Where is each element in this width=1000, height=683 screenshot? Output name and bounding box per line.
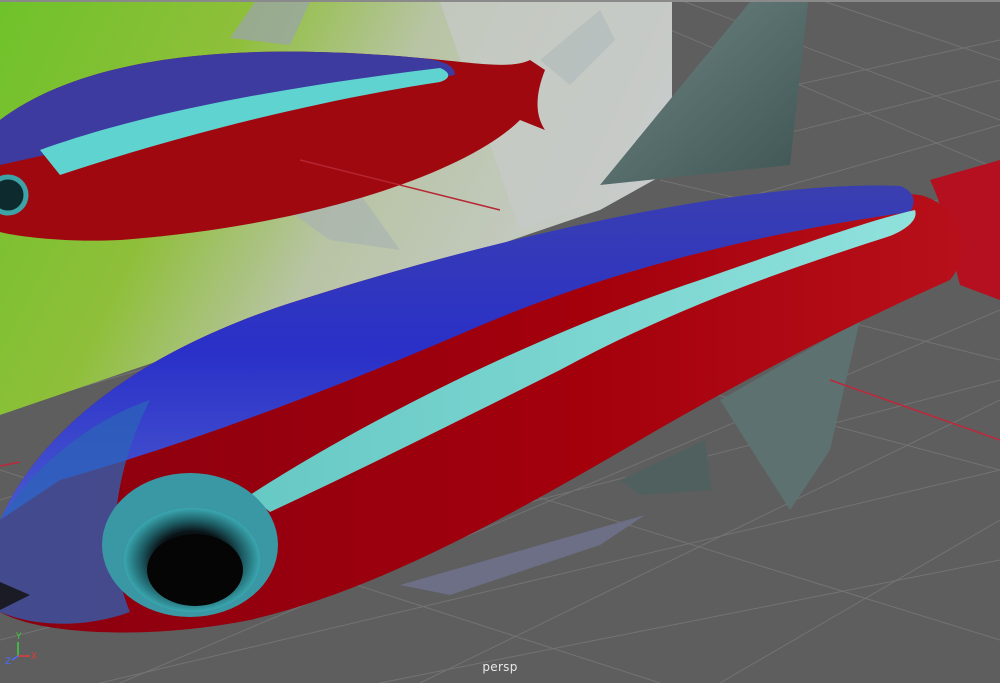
camera-name-label: persp — [482, 660, 518, 674]
viewport-top-border — [0, 0, 1000, 2]
viewport-scene[interactable] — [0, 0, 1000, 683]
y-axis-label: Y — [15, 632, 22, 642]
persp-viewport[interactable]: Y X Z persp — [0, 0, 1000, 683]
